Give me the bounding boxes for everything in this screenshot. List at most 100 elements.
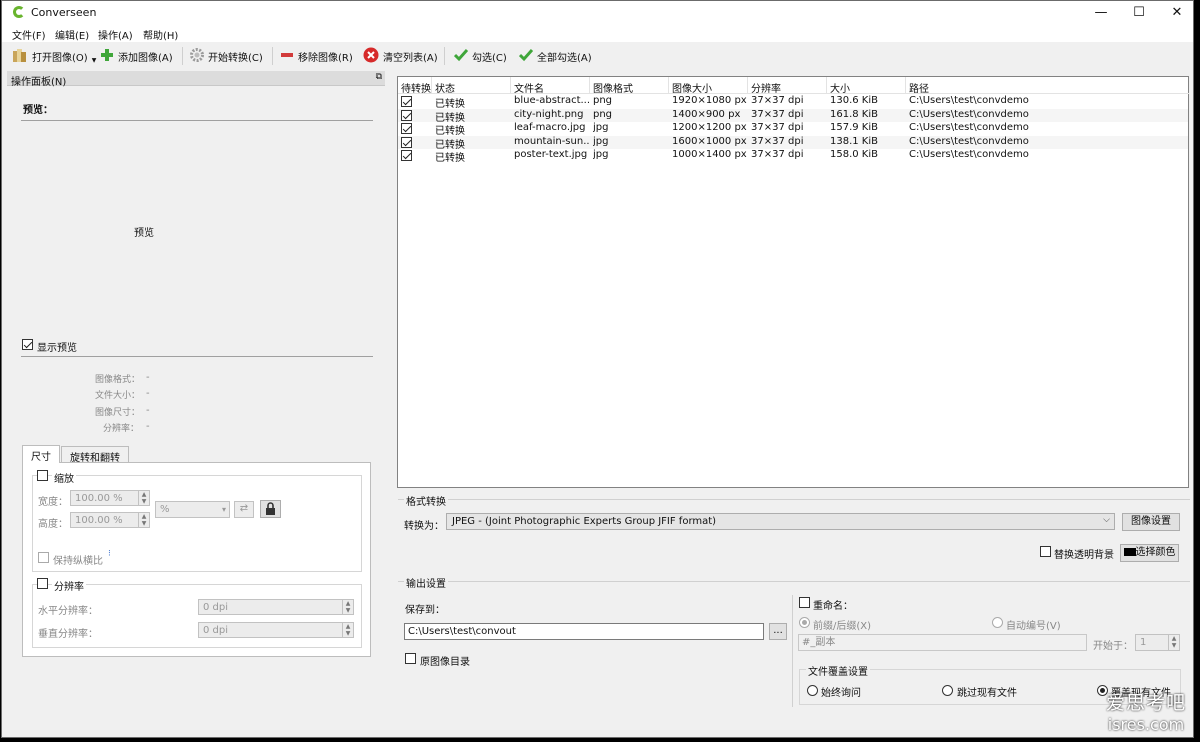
v-resolution-spinbox[interactable]: 0 dpi ▲ ▼ [198,622,354,638]
skip-existing-radio[interactable] [942,685,953,696]
height-value: 100.00 % [75,515,123,526]
lock-aspect-button[interactable] [260,500,281,518]
format-combo[interactable]: JPEG - (Joint Photographic Experts Group… [446,513,1115,530]
table-row[interactable]: 已转换 blue-abstract.... png 1920×1080 px 3… [398,95,1188,110]
row-format: png [593,108,613,120]
spin-arrows-icon[interactable]: ▲ ▼ [138,491,149,505]
clear-list-button[interactable]: 清空列表(A) [363,47,438,65]
tab-rotate-flip[interactable]: 旋转和翻转 [61,446,129,464]
open-images-label: 打开图像(O) [32,52,88,64]
show-preview-label: 显示预览 [37,343,77,354]
operation-panel-title: 操作面板(N) ⧉ [7,71,385,88]
v-resolution-label: 垂直分辨率： [38,629,98,640]
open-dropdown-arrow-icon[interactable]: ▼ [92,57,97,64]
info-resolution-value: - [146,421,150,432]
resolution-label: 分辨率 [52,578,86,593]
save-to-label: 保存到： [405,605,445,616]
h-resolution-label: 水平分辨率： [38,606,98,617]
table-row[interactable]: 已转换 city-night.png png 1400×900 px 37×37… [398,108,1188,124]
check-button[interactable]: 勾选(C) [453,47,507,65]
row-dimensions: 1920×1080 px [672,95,747,106]
width-spinbox[interactable]: 100.00 % ▲ ▼ [70,490,150,506]
col-header-path[interactable]: 路径 [906,77,1189,95]
table-row[interactable]: 已转换 poster-text.jpg jpg 1000×1400 px 37×… [398,149,1188,164]
table-row[interactable]: 已转换 leaf-macro.jpg jpg 1200×1200 px 37×3… [398,122,1188,137]
row-filename: city-night.png [514,108,584,120]
row-resolution: 37×37 dpi [751,95,804,106]
image-list-table[interactable]: 待转换 状态 文件名 图像格式 图像大小 分辨率 大小 路径 已转换 blue-… [397,76,1189,488]
choose-color-label: 选择颜色 [1135,547,1176,558]
check-all-button[interactable]: 全部勾选(A) [518,47,592,65]
menu-bar: 文件(F) 编辑(E) 操作(A) 帮助(H) [2,24,1193,42]
menu-file[interactable]: 文件(F) [12,27,46,42]
height-spinbox[interactable]: 100.00 % ▲ ▼ [70,512,150,528]
table-row[interactable]: 已转换 mountain-sun.... jpg 1600×1000 px 37… [398,135,1188,151]
rename-pattern-input[interactable]: #_副本 [798,634,1087,651]
always-ask-radio[interactable] [807,685,818,696]
unit-combo[interactable]: % ▾ [155,501,230,518]
row-resolution: 37×37 dpi [751,135,804,147]
row-resolution: 37×37 dpi [751,122,804,133]
menu-action[interactable]: 操作(A) [98,27,133,42]
menu-help[interactable]: 帮助(H) [143,27,178,42]
replace-bg-checkbox[interactable] [1040,546,1051,557]
remove-bar-icon [280,48,294,65]
open-images-button[interactable]: 打开图像(O) ▼ [12,47,96,65]
info-dimensions-label: 图像尺寸： [95,408,141,418]
close-button[interactable]: ✕ [1154,1,1200,24]
sync-button[interactable]: ⇄ [234,501,254,518]
image-settings-button[interactable]: 图像设置 [1122,513,1180,531]
h-resolution-spinbox[interactable]: 0 dpi ▲ ▼ [198,599,354,615]
tab-size[interactable]: 尺寸 [22,445,60,463]
add-images-button[interactable]: 添加图像(A) [100,47,173,65]
row-checkbox[interactable] [401,109,412,121]
rename-checkbox[interactable] [799,597,810,608]
info-resolution-label: 分辨率： [103,424,140,434]
width-label: 宽度： [38,497,68,508]
row-path: C:\Users\test\convdemo [909,149,1029,160]
col-header-status[interactable]: 状态 [432,77,511,95]
operation-panel-title-text: 操作面板(N) [11,77,67,88]
spin-arrows-icon[interactable]: ▲ ▼ [1168,635,1179,650]
output-path-input[interactable]: C:\Users\test\convout [404,623,764,640]
format-group-title: 格式转换 [404,493,448,508]
browse-button[interactable]: ... [769,623,787,640]
original-dir-checkbox[interactable] [405,653,416,664]
toolbar-separator [182,47,183,65]
row-format: jpg [593,122,609,133]
row-checkbox[interactable] [401,150,412,161]
spin-arrows-icon[interactable]: ▲ ▼ [342,623,353,637]
col-header-pending[interactable]: 待转换 [398,77,432,95]
keep-ratio-checkbox[interactable] [38,552,49,563]
col-header-dimensions[interactable]: 图像大小 [669,77,748,95]
clear-x-icon [363,47,379,66]
start-convert-button[interactable]: 开始转换(C) [190,47,263,65]
prefix-suffix-radio[interactable] [799,617,810,628]
row-size: 161.8 KiB [830,108,879,120]
scale-checkbox[interactable] [37,470,48,481]
watermark-line1: 爱思考吧 [1105,692,1186,714]
h-resolution-value: 0 dpi [203,602,229,613]
col-header-format[interactable]: 图像格式 [590,77,669,95]
menu-edit[interactable]: 编辑(E) [55,27,89,42]
col-header-size[interactable]: 大小 [827,77,906,95]
row-filename: leaf-macro.jpg [514,122,586,133]
resolution-checkbox[interactable] [37,578,48,589]
row-size: 158.0 KiB [830,149,879,160]
row-checkbox[interactable] [401,96,412,107]
row-checkbox[interactable] [401,136,412,148]
col-header-resolution[interactable]: 分辨率 [748,77,827,95]
choose-color-button[interactable]: 选择颜色 [1120,544,1179,562]
auto-number-radio[interactable] [992,617,1003,628]
spin-arrows-icon[interactable]: ▲ ▼ [342,600,353,614]
start-at-spinbox[interactable]: 1 ▲ ▼ [1135,634,1180,651]
col-header-filename[interactable]: 文件名 [511,77,590,95]
show-preview-checkbox[interactable] [22,339,33,350]
overwrite-group-title: 文件覆盖设置 [806,663,870,678]
row-checkbox[interactable] [401,123,412,134]
original-dir-label: 原图像目录 [420,657,470,668]
undock-icon[interactable]: ⧉ [376,72,382,82]
spin-arrows-icon[interactable]: ▲ ▼ [138,513,149,527]
keep-ratio-label: 保持纵横比 [53,556,103,567]
remove-images-button[interactable]: 移除图像(R) [280,47,353,65]
